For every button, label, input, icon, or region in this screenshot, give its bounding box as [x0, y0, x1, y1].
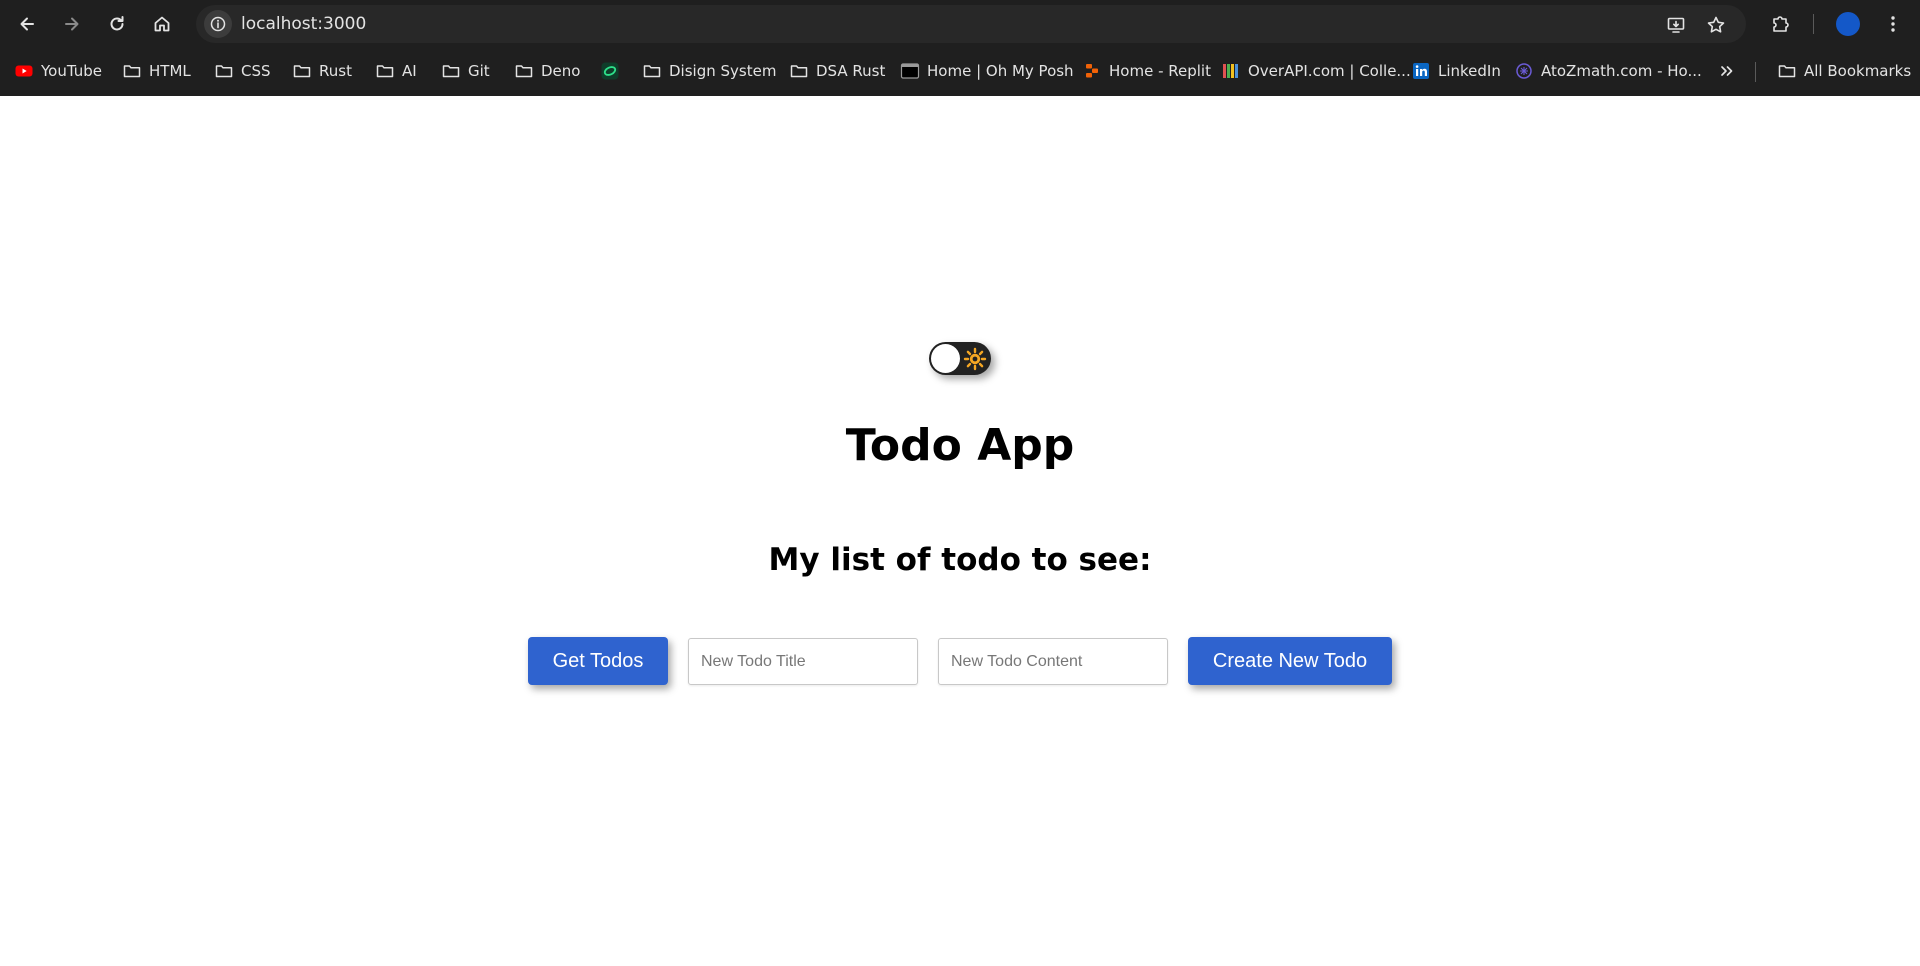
install-app-button[interactable] — [1664, 13, 1688, 37]
bookmark-label: Home | Oh My Posh — [927, 62, 1074, 80]
arrow-right-icon — [65, 17, 79, 31]
folder-icon — [214, 61, 234, 81]
bookmark-label: DSA Rust — [816, 62, 886, 80]
bookmarks-bar: YouTube HTML CSS Rust AI Git Deno Disign… — [0, 56, 1920, 86]
bookmark-label: Deno — [541, 62, 581, 80]
folder-icon — [122, 61, 142, 81]
folder-icon — [292, 61, 312, 81]
sun-icon — [963, 347, 987, 371]
extensions-button[interactable] — [1767, 10, 1795, 38]
bookmark-label: Git — [468, 62, 490, 80]
bookmark-label: HTML — [149, 62, 191, 80]
star-icon — [1707, 16, 1725, 33]
create-todo-button[interactable]: Create New Todo — [1188, 637, 1392, 685]
chevron-double-right-icon — [1717, 61, 1737, 81]
bookmark-label: Disign System — [669, 62, 777, 80]
forward-button[interactable] — [56, 8, 88, 40]
folder-icon — [1777, 61, 1797, 81]
puzzle-icon — [1773, 16, 1789, 32]
bookmark-folder-css[interactable]: CSS — [214, 56, 271, 86]
folder-icon — [514, 61, 534, 81]
home-button[interactable] — [146, 8, 178, 40]
browser-toolbar: localhost:3000 — [0, 0, 1920, 48]
bookmark-folder-git[interactable]: Git — [441, 56, 490, 86]
bookmark-folder-deno[interactable]: Deno — [514, 56, 580, 86]
bookmark-folder-html[interactable]: HTML — [122, 56, 191, 86]
arrow-left-icon — [20, 17, 34, 31]
bookmark-folder-dsa-rust[interactable]: DSA Rust — [789, 56, 885, 86]
folder-icon — [441, 61, 461, 81]
url-text[interactable]: localhost:3000 — [241, 5, 366, 43]
bookmark-label: AtoZmath.com - Ho... — [1541, 62, 1702, 80]
folder-icon — [375, 61, 395, 81]
bookmark-linkedin[interactable]: LinkedIn — [1411, 56, 1501, 86]
bookmark-oh-my-posh[interactable]: Home | Oh My Posh — [900, 56, 1074, 86]
reload-button[interactable] — [101, 8, 133, 40]
bookmark-atozmath[interactable]: AtoZmath.com - Ho... — [1514, 56, 1702, 86]
address-bar[interactable]: localhost:3000 — [196, 5, 1746, 43]
folder-icon — [642, 61, 662, 81]
toolbar-divider — [1813, 14, 1814, 34]
browser-chrome: localhost:3000 YouTube HTML CSS Rust AI … — [0, 0, 1920, 96]
all-bookmarks-button[interactable]: All Bookmarks — [1777, 56, 1911, 86]
overapi-icon — [1221, 61, 1241, 81]
browser-menu-button[interactable] — [1879, 10, 1907, 38]
install-app-icon — [1667, 17, 1685, 33]
get-todos-button[interactable]: Get Todos — [528, 637, 668, 685]
atozmath-icon — [1514, 61, 1534, 81]
bookmark-folder-ai[interactable]: AI — [375, 56, 417, 86]
bookmarks-overflow-button[interactable] — [1717, 56, 1737, 86]
bookmark-overapi[interactable]: OverAPI.com | Colle... — [1221, 56, 1411, 86]
theme-toggle[interactable] — [929, 342, 991, 375]
page-title: Todo App — [845, 420, 1075, 471]
bookmark-label: YouTube — [41, 62, 102, 80]
todo-list-heading: My list of todo to see: — [768, 542, 1152, 578]
info-icon — [210, 16, 226, 32]
bookmark-label: LinkedIn — [1438, 62, 1501, 80]
bookmark-star-button[interactable] — [1704, 13, 1728, 37]
bookmark-label: Home - Replit — [1109, 62, 1211, 80]
site-info-button[interactable] — [204, 10, 232, 38]
bookmark-replit[interactable]: Home - Replit — [1082, 56, 1211, 86]
bookmark-youtube[interactable]: YouTube — [14, 56, 102, 86]
bookmark-green-site[interactable] — [600, 56, 620, 86]
bookmark-label: CSS — [241, 62, 271, 80]
bookmark-label: AI — [402, 62, 417, 80]
bookmark-folder-rust[interactable]: Rust — [292, 56, 352, 86]
bookmarks-divider — [1755, 62, 1756, 82]
kebab-menu-icon — [1891, 16, 1895, 32]
youtube-icon — [14, 61, 34, 81]
folder-icon — [789, 61, 809, 81]
terminal-icon — [900, 61, 920, 81]
page-content: Todo App My list of todo to see: Get Tod… — [0, 96, 1920, 966]
bookmark-label: OverAPI.com | Colle... — [1248, 62, 1411, 80]
back-button[interactable] — [11, 8, 43, 40]
reload-icon — [110, 16, 124, 31]
bookmark-folder-disign-system[interactable]: Disign System — [642, 56, 776, 86]
linkedin-icon — [1411, 61, 1431, 81]
toggle-knob — [931, 344, 960, 373]
todo-content-input[interactable] — [938, 638, 1168, 685]
avatar[interactable] — [1836, 12, 1860, 36]
replit-icon — [1082, 61, 1102, 81]
green-site-icon — [600, 61, 620, 81]
home-icon — [154, 16, 170, 32]
bookmark-label: Rust — [319, 62, 352, 80]
all-bookmarks-label: All Bookmarks — [1804, 62, 1912, 80]
todo-title-input[interactable] — [688, 638, 918, 685]
